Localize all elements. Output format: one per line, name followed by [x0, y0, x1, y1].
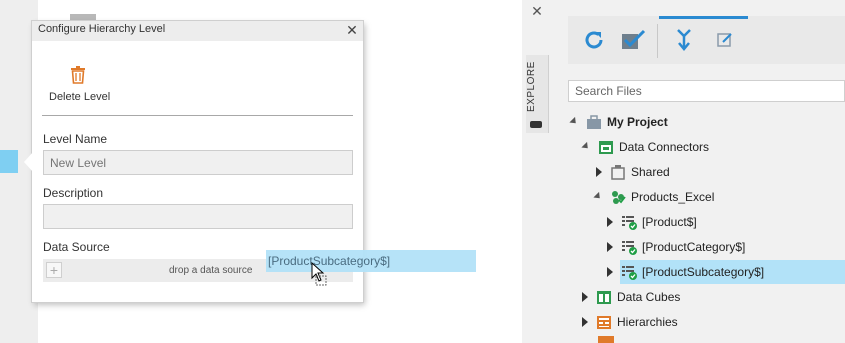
- tree-item-partial-icon: [598, 336, 614, 343]
- briefcase-icon: [586, 114, 602, 130]
- collapsed-arrow-icon[interactable]: [607, 216, 613, 227]
- data-source-label: Data Source: [43, 240, 110, 254]
- explore-tab-label: EXPLORE: [526, 61, 537, 112]
- panel-edge: [522, 0, 548, 343]
- expanded-arrow-icon[interactable]: [581, 141, 591, 152]
- shared-folder-icon: [610, 164, 626, 180]
- toolbar-separator: [657, 24, 658, 58]
- tree-item-product-category[interactable]: [ProductCategory$]: [607, 234, 745, 259]
- panel-toolbar: [568, 16, 845, 64]
- drag-cursor-icon: [310, 261, 332, 288]
- tree-item-shared[interactable]: Shared: [596, 159, 670, 184]
- collapse-icon[interactable]: [670, 26, 698, 54]
- search-input[interactable]: [569, 81, 844, 101]
- level-name-field[interactable]: [43, 150, 353, 175]
- level-name-input[interactable]: [44, 151, 352, 174]
- dialog-divider: [42, 115, 353, 116]
- toolbar-active-indicator: [659, 16, 748, 19]
- tree-item-data-connectors[interactable]: Data Connectors: [581, 134, 710, 159]
- excel-connector-icon: [610, 189, 626, 205]
- description-field[interactable]: [43, 204, 353, 229]
- tree-item-hierarchies[interactable]: Hierarchies: [582, 309, 678, 334]
- drop-hint: drop a data source: [169, 265, 253, 276]
- dialog-pointer: [24, 152, 33, 172]
- level-name-label: Level Name: [43, 132, 108, 146]
- tree-item-data-cubes[interactable]: Data Cubes: [582, 284, 680, 309]
- add-icon[interactable]: +: [46, 262, 62, 278]
- table-check-icon: [621, 264, 637, 280]
- tree-item-product[interactable]: [Product$]: [607, 209, 697, 234]
- tab-grip-icon: [530, 121, 542, 128]
- description-label: Description: [43, 186, 104, 200]
- tree-item-label: [ProductCategory$]: [642, 239, 746, 254]
- tree-item-products-excel[interactable]: Products_Excel: [593, 184, 715, 209]
- check-all-icon[interactable]: [619, 26, 647, 54]
- tree-item-label: My Project: [607, 114, 668, 129]
- data-connectors-icon: [598, 139, 614, 155]
- tree-item-label: Data Connectors: [619, 139, 710, 154]
- expanded-arrow-icon[interactable]: [569, 116, 579, 127]
- collapsed-arrow-icon[interactable]: [607, 241, 613, 252]
- refresh-icon[interactable]: [580, 26, 608, 54]
- expanded-arrow-icon[interactable]: [593, 191, 603, 202]
- cube-icon: [596, 289, 612, 305]
- close-icon[interactable]: ✕: [344, 22, 360, 38]
- search-field[interactable]: [568, 80, 845, 102]
- selected-level-marker[interactable]: [0, 150, 18, 173]
- delete-level-label: Delete Level: [49, 91, 111, 103]
- tree-item-label: Products_Excel: [631, 189, 715, 204]
- edit-icon[interactable]: [711, 26, 739, 54]
- dialog-title: Configure Hierarchy Level: [38, 23, 166, 35]
- collapsed-arrow-icon[interactable]: [596, 166, 602, 177]
- trash-icon: [70, 66, 86, 84]
- collapsed-arrow-icon[interactable]: [582, 291, 588, 302]
- tree-item-label: [ProductSubcategory$]: [642, 264, 765, 279]
- close-panel-icon[interactable]: ✕: [530, 3, 544, 19]
- tree-item-label: [Product$]: [642, 214, 697, 229]
- collapsed-arrow-icon[interactable]: [607, 266, 613, 277]
- table-check-icon: [621, 214, 637, 230]
- table-check-icon: [621, 239, 637, 255]
- tree-item-my-project[interactable]: My Project: [569, 109, 668, 134]
- tree-item-label: Shared: [631, 164, 670, 179]
- description-input[interactable]: [44, 205, 352, 228]
- tree-item-label: Data Cubes: [617, 289, 681, 304]
- tree-item-label: Hierarchies: [617, 314, 678, 329]
- collapsed-arrow-icon[interactable]: [582, 316, 588, 327]
- hierarchy-icon: [596, 314, 612, 330]
- tree-item-product-subcategory[interactable]: [ProductSubcategory$]: [607, 259, 764, 284]
